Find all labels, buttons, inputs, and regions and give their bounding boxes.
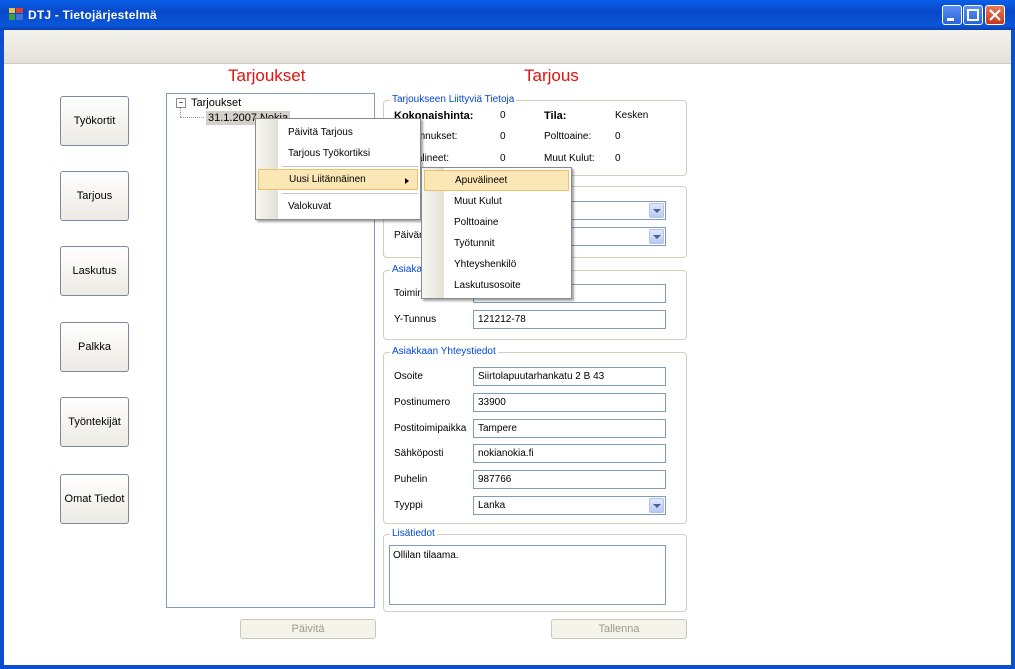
nav-button-tarjous[interactable]: Tarjous: [60, 171, 129, 221]
app-icon: [9, 8, 23, 20]
submenu-item-tyotunnit[interactable]: Työtunnit: [424, 233, 569, 254]
submenu: Apuvälineet Muut Kulut Polttoaine Työtun…: [421, 167, 572, 299]
tyyppi-combo[interactable]: Lanka: [473, 496, 666, 515]
minimize-icon: [947, 18, 954, 21]
tarjous-heading: Tarjous: [524, 66, 579, 85]
apuvalineet-value: 0: [500, 153, 506, 164]
nav-button-tyokortit[interactable]: Työkortit: [60, 96, 129, 146]
menu-item-paivita-tarjous[interactable]: Päivitä Tarjous: [258, 122, 418, 143]
chevron-down-icon[interactable]: [649, 229, 664, 244]
kokonaishinta-value: 0: [500, 110, 506, 121]
window-title: DTJ - Tietojärjestelmä: [28, 8, 157, 22]
collapse-icon[interactable]: −: [176, 98, 186, 108]
submenu-item-apuvalineet[interactable]: Apuvälineet: [424, 170, 569, 191]
maximize-icon: [967, 9, 979, 21]
nav-button-laskutus[interactable]: Laskutus: [60, 246, 129, 296]
paivita-button[interactable]: Päivitä: [240, 619, 376, 639]
details-combo[interactable]: [569, 201, 666, 220]
menu-separator: [282, 193, 418, 194]
date-picker[interactable]: [569, 227, 666, 246]
chevron-down-icon[interactable]: [649, 203, 664, 218]
tyyppi-label: Tyyppi: [394, 500, 423, 511]
notes-legend: Lisätiedot: [390, 528, 437, 539]
tree-line: [180, 117, 204, 118]
nav-button-tyontekijat[interactable]: Työntekijät: [60, 397, 129, 447]
puhelin-field[interactable]: 987766: [473, 470, 666, 489]
close-icon: [989, 9, 1001, 21]
notes-textarea[interactable]: Ollilan tilaama.: [389, 545, 666, 605]
puhelin-label: Puhelin: [394, 474, 428, 485]
title-bar: DTJ - Tietojärjestelmä: [0, 0, 1015, 30]
tila-label: Tila:: [544, 110, 567, 122]
sahkoposti-label: Sähköposti: [394, 448, 444, 459]
postinumero-label: Postinumero: [394, 397, 451, 408]
menu-item-tarjous-tyokortiksi[interactable]: Tarjous Työkortiksi: [258, 143, 418, 164]
tree-root-label: Tarjoukset: [191, 97, 242, 109]
osoite-field[interactable]: Siirtolapuutarhankatu 2 B 43: [473, 367, 666, 386]
contact-legend: Asiakkaan Yhteystiedot: [390, 346, 498, 357]
submenu-item-laskutusosoite[interactable]: Laskutusosoite: [424, 275, 569, 296]
menu-item-uusi-liitannainen[interactable]: Uusi Liitännäinen: [258, 169, 418, 190]
postitoimipaikka-label: Postitoimipaikka: [394, 423, 467, 434]
tyyppi-value: Lanka: [478, 500, 506, 511]
ytunnus-field[interactable]: 121212-78: [473, 310, 666, 329]
muut-kulut-label: Muut Kulut:: [544, 153, 595, 164]
menu-item-valokuvat[interactable]: Valokuvat: [258, 196, 418, 217]
nav-button-palkka[interactable]: Palkka: [60, 322, 129, 372]
maximize-button[interactable]: [963, 5, 983, 25]
polttoaine-label: Polttoaine:: [544, 131, 592, 142]
menu-separator: [282, 166, 418, 167]
ytunnus-label: Y-Tunnus: [394, 314, 437, 325]
submenu-item-muut-kulut[interactable]: Muut Kulut: [424, 191, 569, 212]
offer-info-legend: Tarjoukseen Liittyviä Tietoja: [390, 94, 517, 105]
close-button[interactable]: [985, 5, 1005, 25]
tallenna-button[interactable]: Tallenna: [551, 619, 687, 639]
minimize-button[interactable]: [942, 5, 962, 25]
postitoimipaikka-field[interactable]: Tampere: [473, 419, 666, 438]
postinumero-field[interactable]: 33900: [473, 393, 666, 412]
chevron-down-icon[interactable]: [649, 498, 664, 513]
sahkoposti-field[interactable]: nokianokia.fi: [473, 444, 666, 463]
menu-item-label: Uusi Liitännäinen: [289, 174, 366, 185]
muut-kulut-value: 0: [615, 153, 621, 164]
context-menu: Päivitä Tarjous Tarjous Työkortiksi Uusi…: [255, 118, 421, 220]
submenu-arrow-icon: [405, 178, 409, 184]
tree-root[interactable]: − Tarjoukset: [176, 97, 241, 109]
submenu-item-yhteyshenkilo[interactable]: Yhteyshenkilö: [424, 254, 569, 275]
nav-button-omat-tiedot[interactable]: Omat Tiedot: [60, 474, 129, 524]
osoite-label: Osoite: [394, 371, 423, 382]
tarjoukset-heading: Tarjoukset: [228, 66, 306, 85]
submenu-item-polttoaine[interactable]: Polttoaine: [424, 212, 569, 233]
polttoaine-value: 0: [615, 131, 621, 142]
kustannukset-value: 0: [500, 131, 506, 142]
tila-value: Kesken: [615, 110, 649, 121]
menu-strip: [4, 30, 1011, 64]
